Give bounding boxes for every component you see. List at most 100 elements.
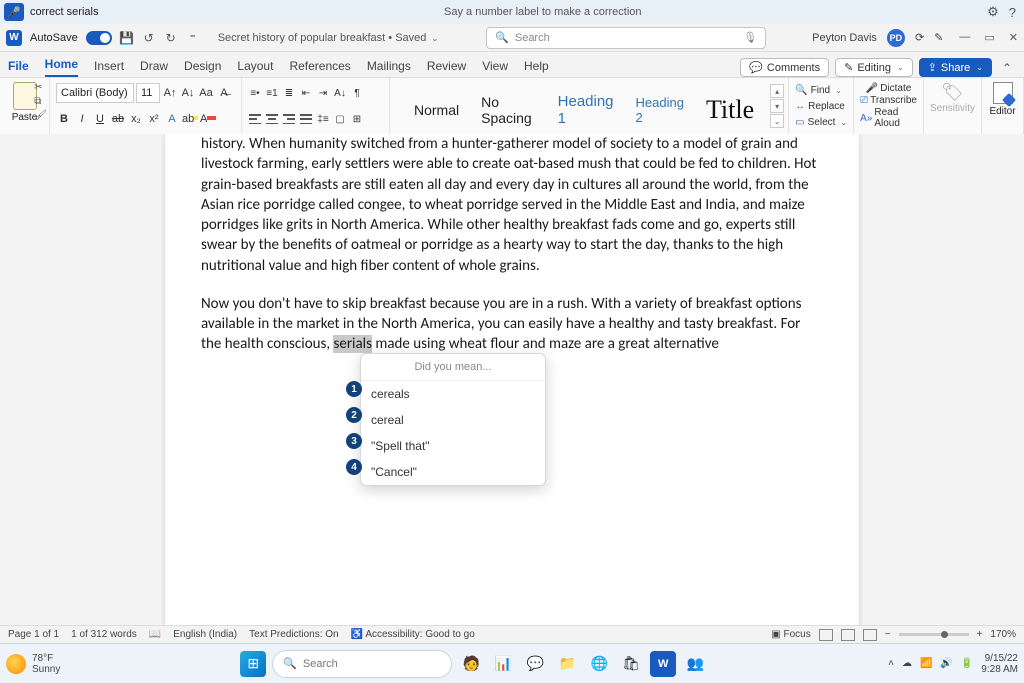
increase-indent-icon[interactable]: ⇥ <box>316 85 330 101</box>
tab-help[interactable]: Help <box>524 55 549 77</box>
correction-option-1[interactable]: cereals <box>361 381 545 407</box>
cut-icon[interactable]: ✂ <box>34 82 47 93</box>
paragraph-2[interactable]: Now you don't have to skip breakfast bec… <box>201 294 823 355</box>
decrease-font-icon[interactable]: A↓ <box>180 84 196 102</box>
accessibility-status[interactable]: ♿ Accessibility: Good to go <box>351 629 475 640</box>
sync-icon[interactable]: ⟳ <box>915 31 924 44</box>
spellcheck-icon[interactable]: 📖 <box>149 629 161 640</box>
search-box[interactable]: 🔍 Search 🎙 <box>486 27 766 49</box>
shading-icon[interactable]: ▢ <box>333 111 347 127</box>
replace-button[interactable]: ↔Replace <box>795 98 847 114</box>
tab-references[interactable]: References <box>289 55 350 77</box>
read-aloud-button[interactable]: A»Read Aloud <box>860 107 917 129</box>
comments-button[interactable]: 💬 Comments <box>740 58 829 77</box>
focus-mode-button[interactable]: ▣ Focus <box>771 629 810 640</box>
tray-volume-icon[interactable]: 🔊 <box>940 658 952 669</box>
language-status[interactable]: English (India) <box>173 629 237 640</box>
save-icon[interactable]: 💾 <box>120 31 134 45</box>
highlight-color-icon[interactable]: ab <box>182 110 198 128</box>
increase-font-icon[interactable]: A↑ <box>162 84 178 102</box>
search-mic-icon[interactable]: 🎙 <box>743 31 757 44</box>
tab-review[interactable]: Review <box>427 55 466 77</box>
tab-mailings[interactable]: Mailings <box>367 55 411 77</box>
styles-expand-icon[interactable]: ⌄ <box>770 114 784 128</box>
tab-layout[interactable]: Layout <box>237 55 273 77</box>
zoom-in-icon[interactable]: + <box>977 629 983 640</box>
change-case-icon[interactable]: Aa <box>198 84 214 102</box>
select-button[interactable]: ▭Select⌄ <box>795 114 847 130</box>
share-button[interactable]: ⇪ Share⌄ <box>919 58 992 77</box>
taskbar-app-3[interactable]: 💬 <box>522 651 548 677</box>
taskbar-weather[interactable]: 78°F Sunny <box>6 653 60 675</box>
tray-expand-icon[interactable]: ˄ <box>888 658 894 669</box>
font-color-icon[interactable]: A <box>200 110 216 128</box>
tab-insert[interactable]: Insert <box>94 55 124 77</box>
highlighted-word[interactable]: serials <box>333 335 372 353</box>
editor-icon[interactable] <box>993 82 1013 104</box>
print-layout-icon[interactable] <box>841 629 855 641</box>
format-painter-icon[interactable]: 🖌 <box>34 110 47 121</box>
styles-scroll-down-icon[interactable]: ▾ <box>770 99 784 113</box>
page-count[interactable]: Page 1 of 1 <box>8 629 59 640</box>
sort-icon[interactable]: A↓ <box>333 85 347 101</box>
style-title[interactable]: Title <box>706 95 754 125</box>
decrease-indent-icon[interactable]: ⇤ <box>299 85 313 101</box>
taskbar-clock[interactable]: 9/15/22 9:28 AM <box>981 653 1018 675</box>
line-spacing-icon[interactable]: ‡≡ <box>316 111 330 127</box>
minimize-button[interactable]: — <box>959 31 970 44</box>
style-normal[interactable]: Normal <box>414 102 459 118</box>
subscript-button[interactable]: x₂ <box>128 110 144 128</box>
maximize-button[interactable]: ▭ <box>984 31 994 44</box>
taskbar-app-5[interactable]: 👥 <box>682 651 708 677</box>
tab-file[interactable]: File <box>8 55 29 77</box>
read-mode-icon[interactable] <box>819 629 833 641</box>
zoom-slider[interactable] <box>899 633 969 636</box>
style-no-spacing[interactable]: No Spacing <box>481 94 536 126</box>
bold-button[interactable]: B <box>56 110 72 128</box>
taskbar-word-icon[interactable]: W <box>650 651 676 677</box>
collapse-ribbon-icon[interactable]: ⌃ <box>998 61 1016 75</box>
align-right-icon[interactable] <box>282 111 296 127</box>
style-heading-2[interactable]: Heading 2 <box>636 95 684 125</box>
autosave-toggle[interactable] <box>86 31 112 45</box>
zoom-out-icon[interactable]: − <box>885 629 891 640</box>
clear-formatting-icon[interactable]: A̶ <box>216 84 232 102</box>
editing-mode-button[interactable]: ✎ Editing⌄ <box>835 58 913 77</box>
tab-design[interactable]: Design <box>184 55 221 77</box>
document-title[interactable]: Secret history of popular breakfast • Sa… <box>218 32 438 44</box>
show-marks-icon[interactable]: ¶ <box>350 85 364 101</box>
taskbar-app-2[interactable]: 📊 <box>490 651 516 677</box>
strikethrough-button[interactable]: ab <box>110 110 126 128</box>
numbering-icon[interactable]: ≡1 <box>265 85 279 101</box>
qat-dropdown-icon[interactable]: ⁼ <box>186 31 200 45</box>
transcribe-button[interactable]: ⎚Transcribe <box>860 95 917 106</box>
taskbar-app-4[interactable]: 📁 <box>554 651 580 677</box>
align-center-icon[interactable] <box>265 111 279 127</box>
editor-button[interactable]: Editor <box>989 106 1015 117</box>
align-left-icon[interactable] <box>248 111 262 127</box>
taskbar-search[interactable]: 🔍 Search <box>272 650 452 678</box>
undo-icon[interactable]: ↺ <box>142 31 156 45</box>
start-button[interactable]: ⊞ <box>240 651 266 677</box>
tray-cloud-icon[interactable]: ☁ <box>902 658 912 669</box>
tab-draw[interactable]: Draw <box>140 55 168 77</box>
taskbar-app-1[interactable]: 🧑 <box>458 651 484 677</box>
web-layout-icon[interactable] <box>863 629 877 641</box>
borders-icon[interactable]: ⊞ <box>350 111 364 127</box>
styles-scroll[interactable]: ▴ ▾ ⌄ <box>770 84 784 128</box>
find-button[interactable]: 🔍Find⌄ <box>795 82 847 98</box>
correction-option-4[interactable]: "Cancel" <box>361 459 545 485</box>
tab-view[interactable]: View <box>482 55 508 77</box>
user-avatar[interactable]: PD <box>887 29 905 47</box>
settings-icon[interactable]: ⚙ <box>987 4 999 20</box>
italic-button[interactable]: I <box>74 110 90 128</box>
tray-wifi-icon[interactable]: 📶 <box>920 658 932 669</box>
paragraph-1[interactable]: history. When humanity switched from a h… <box>201 134 823 276</box>
help-icon[interactable]: ? <box>1009 5 1016 20</box>
bullets-icon[interactable]: ≡• <box>248 85 262 101</box>
dictate-button[interactable]: 🎤Dictate <box>866 83 912 94</box>
multilevel-list-icon[interactable]: ≣ <box>282 85 296 101</box>
underline-button[interactable]: U <box>92 110 108 128</box>
user-name[interactable]: Peyton Davis <box>812 32 877 44</box>
text-effects-icon[interactable]: A <box>164 110 180 128</box>
